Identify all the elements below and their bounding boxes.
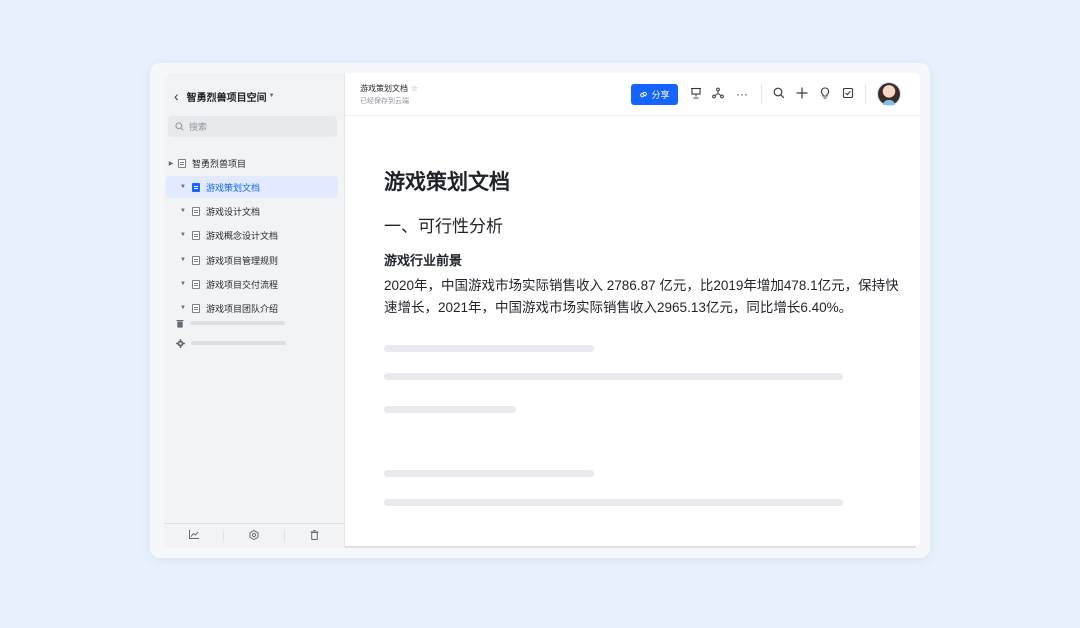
toolbar-divider [761, 85, 762, 104]
tree-item-delivery-process[interactable]: ▼ 游戏项目交付流程 [166, 273, 338, 295]
doc-icon [192, 206, 200, 216]
placeholder-line [384, 406, 516, 413]
doc-icon [192, 230, 200, 240]
search-icon[interactable] [772, 87, 786, 102]
tree-item-label: 游戏项目管理规则 [206, 255, 279, 266]
settings-icon[interactable] [224, 529, 283, 543]
star-icon[interactable]: ☆ [411, 84, 418, 93]
app-window: ‹ 智勇烈兽项目空间 ▼ 搜索 ▶ 智勇烈兽项目 ▼ 游戏策划文档 ▼ 游戏设计… [150, 63, 930, 558]
toolbar-divider [865, 85, 866, 104]
main-pane: 游戏策划文档 ☆ 已经保存到云端 分享 ··· 游戏策划文档 一、可行性分析 游… [345, 73, 920, 548]
doc-icon [192, 255, 200, 265]
sidebar-search-input[interactable]: 搜索 [168, 116, 337, 137]
doc-breadcrumb[interactable]: 游戏策划文档 ☆ [360, 83, 418, 94]
tree-item-label: 游戏设计文档 [206, 206, 261, 217]
tree-item-label: 智勇烈兽项目 [192, 158, 247, 169]
workspace-header[interactable]: ‹ 智勇烈兽项目空间 ▼ [174, 87, 275, 105]
chart-icon[interactable] [164, 530, 223, 542]
back-icon[interactable]: ‹ [174, 89, 179, 103]
search-icon [175, 122, 184, 131]
placeholder-line [384, 499, 843, 506]
tree-item-management-rules[interactable]: ▼ 游戏项目管理规则 [166, 249, 338, 271]
trash-icon [176, 319, 184, 328]
chevron-down-icon[interactable]: ▼ [269, 93, 275, 99]
doc-icon [192, 182, 200, 192]
share-tree-icon[interactable] [711, 87, 725, 102]
share-button[interactable]: 分享 [631, 84, 678, 105]
placeholder-bar [190, 321, 285, 325]
subheading[interactable]: 游戏行业前景 [384, 250, 462, 269]
tree-item-label: 游戏概念设计文档 [206, 230, 279, 241]
caret-down-icon[interactable]: ▼ [178, 184, 188, 190]
caret-down-icon[interactable]: ▼ [178, 305, 188, 311]
section-heading[interactable]: 一、可行性分析 [384, 212, 503, 237]
app-frame: ‹ 智勇烈兽项目空间 ▼ 搜索 ▶ 智勇烈兽项目 ▼ 游戏策划文档 ▼ 游戏设计… [164, 73, 920, 548]
sidebar-settings-entry[interactable] [176, 338, 286, 348]
task-icon[interactable] [841, 87, 855, 102]
tree-item-team-intro[interactable]: ▼ 游戏项目团队介绍 [166, 297, 338, 319]
more-icon[interactable]: ··· [735, 87, 749, 101]
placeholder-bar [191, 341, 286, 345]
doc-title-small: 游戏策划文档 [360, 84, 408, 93]
add-icon[interactable] [795, 87, 809, 102]
body-paragraph[interactable]: 2020年，中国游戏市场实际销售收入 2786.87 亿元，比2019年增加47… [384, 275, 904, 319]
tree-item-game-planning-doc[interactable]: ▼ 游戏策划文档 [166, 176, 338, 198]
sidebar-trash-entry[interactable] [176, 318, 285, 328]
tree-item-project-root[interactable]: ▶ 智勇烈兽项目 [166, 152, 338, 174]
placeholder-line [384, 470, 594, 477]
placeholder-line [384, 373, 843, 380]
document-title[interactable]: 游戏策划文档 [384, 166, 510, 196]
user-avatar[interactable] [878, 83, 900, 105]
doc-icon [192, 303, 200, 313]
bulb-icon[interactable] [818, 87, 832, 102]
tree-item-game-design-doc[interactable]: ▼ 游戏设计文档 [166, 200, 338, 222]
horizontal-scrollbar[interactable] [345, 546, 916, 548]
doc-toolbar: 游戏策划文档 ☆ 已经保存到云端 分享 ··· [345, 73, 920, 116]
search-placeholder: 搜索 [189, 122, 208, 132]
caret-right-icon[interactable]: ▶ [166, 160, 176, 167]
link-icon [640, 91, 648, 98]
workspace-title: 智勇烈兽项目空间 [186, 92, 267, 104]
caret-down-icon[interactable]: ▼ [178, 257, 188, 263]
tree-item-label: 游戏策划文档 [206, 182, 261, 193]
tree-item-label: 游戏项目交付流程 [206, 279, 279, 290]
tree-item-concept-design-doc[interactable]: ▼ 游戏概念设计文档 [166, 224, 338, 246]
trash-icon[interactable] [285, 529, 344, 543]
gear-icon [176, 338, 185, 348]
caret-down-icon[interactable]: ▼ [178, 281, 188, 287]
save-status: 已经保存到云端 [360, 98, 409, 105]
caret-down-icon[interactable]: ▼ [178, 208, 188, 214]
doc-icon [178, 158, 186, 168]
tree-item-label: 游戏项目团队介绍 [206, 303, 279, 314]
placeholder-line [384, 345, 594, 352]
doc-icon [192, 279, 200, 289]
presentation-icon[interactable] [689, 87, 703, 102]
share-label: 分享 [651, 90, 670, 100]
caret-down-icon[interactable]: ▼ [178, 232, 188, 238]
sidebar: ‹ 智勇烈兽项目空间 ▼ 搜索 ▶ 智勇烈兽项目 ▼ 游戏策划文档 ▼ 游戏设计… [164, 73, 345, 548]
sidebar-footer [164, 523, 344, 548]
